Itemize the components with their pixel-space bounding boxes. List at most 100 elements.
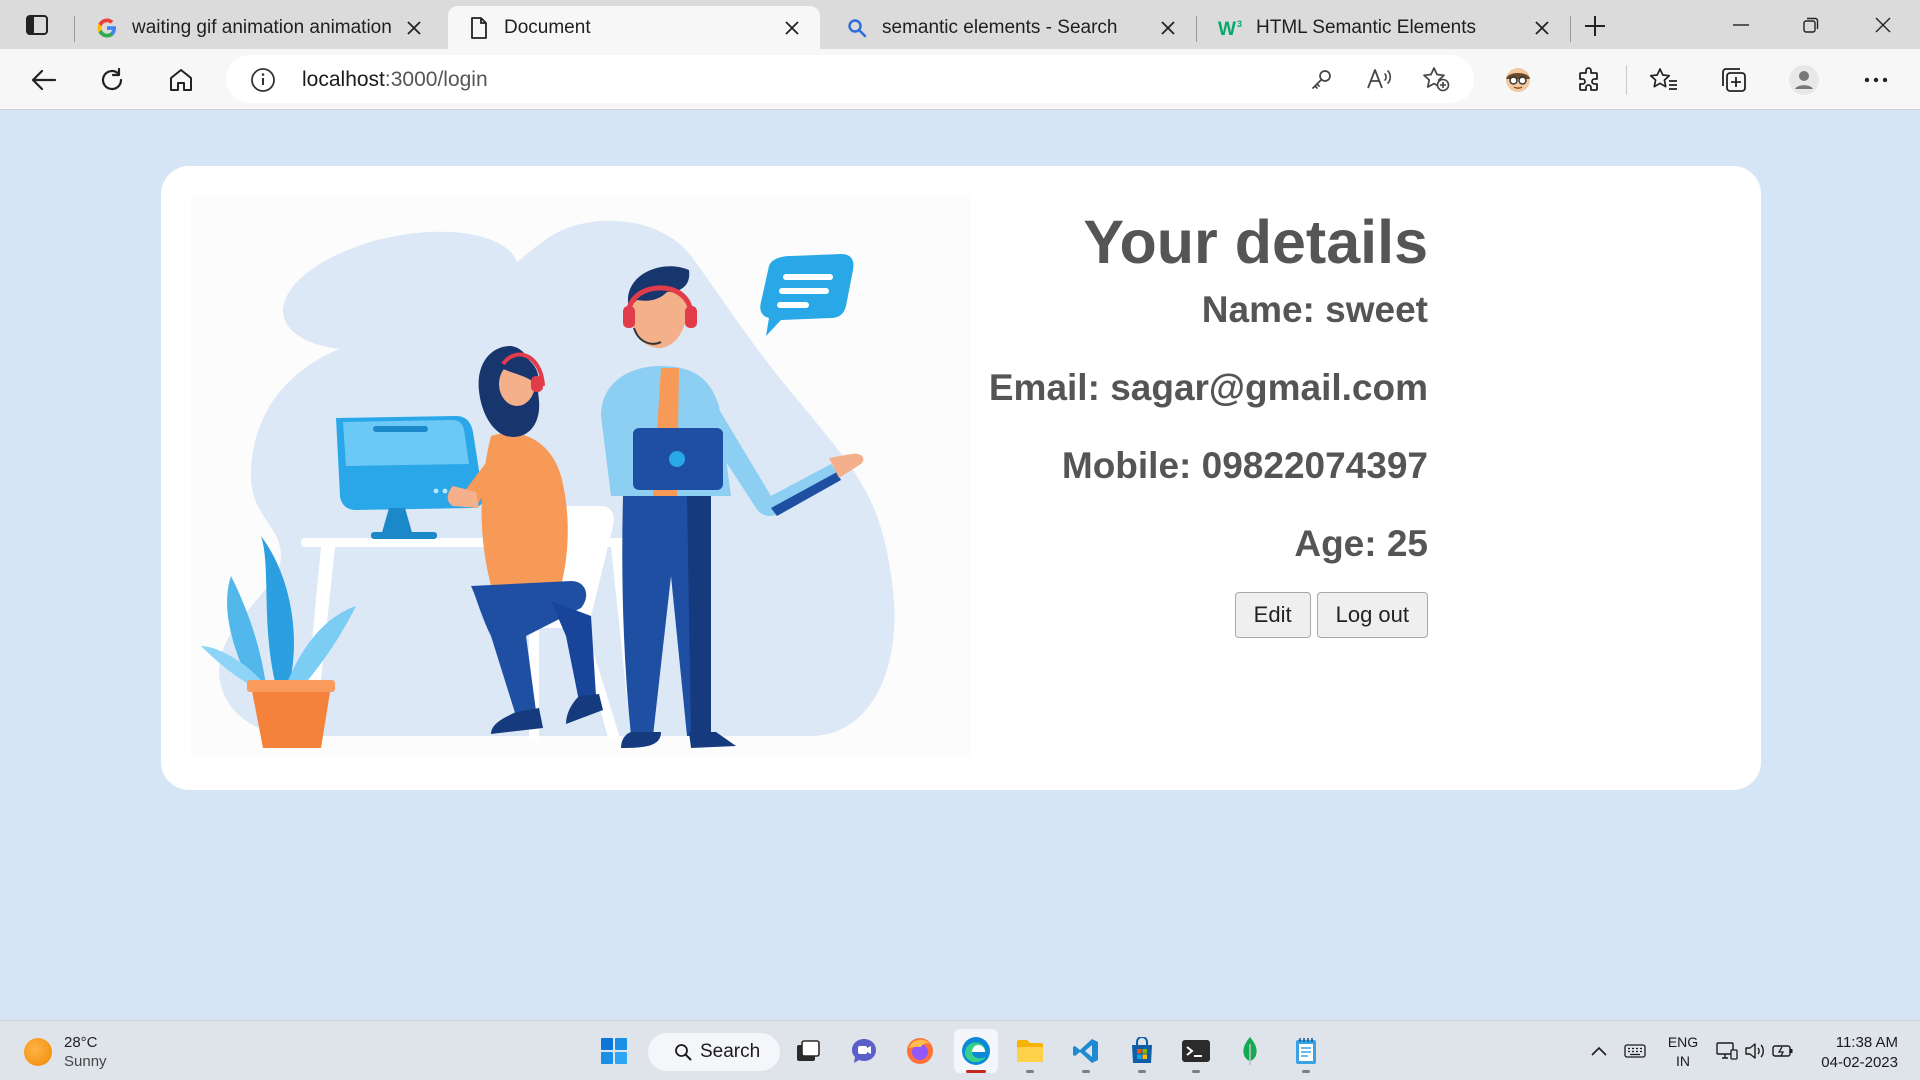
terminal-button[interactable] xyxy=(1174,1029,1218,1073)
windows-taskbar: 28°C Sunny Search ENG IN 11:38 AM 04-02-… xyxy=(0,1020,1920,1080)
url-text[interactable]: localhost:3000/login xyxy=(302,68,488,92)
extensions-button[interactable] xyxy=(1569,60,1609,100)
vscode-icon xyxy=(1073,1039,1098,1063)
edge-icon xyxy=(962,1037,990,1065)
puzzle-icon xyxy=(1579,67,1598,91)
touch-keyboard-button[interactable] xyxy=(1620,1029,1650,1073)
svg-text:3: 3 xyxy=(1237,19,1242,29)
tab-actions-icon xyxy=(26,15,48,35)
home-button[interactable] xyxy=(161,60,201,100)
back-arrow-icon xyxy=(31,69,57,91)
search-icon xyxy=(675,1044,692,1061)
mongodb-compass-button[interactable] xyxy=(1228,1029,1272,1073)
edge-button[interactable] xyxy=(954,1029,998,1073)
close-icon[interactable] xyxy=(780,16,804,40)
tab-bing-search[interactable]: semantic elements - Search xyxy=(826,6,1196,49)
site-info-icon[interactable] xyxy=(250,67,276,98)
collections-button[interactable] xyxy=(1714,60,1754,100)
tab-separator xyxy=(1196,16,1197,42)
tab-separator xyxy=(74,16,75,42)
user-details: Your details Name: sweet Email: sagar@gm… xyxy=(921,206,1428,638)
close-window-button[interactable] xyxy=(1860,9,1906,41)
favorites-button[interactable] xyxy=(1644,60,1684,100)
google-g-icon xyxy=(94,15,120,41)
name-field: Name: sweet xyxy=(1201,289,1428,330)
taskbar-search[interactable]: Search xyxy=(648,1033,780,1071)
tab-title: HTML Semantic Elements xyxy=(1256,16,1476,38)
refresh-icon xyxy=(101,67,123,91)
mongodb-leaf-icon xyxy=(1243,1037,1257,1065)
weather-temperature: 28°C xyxy=(64,1034,98,1051)
plus-icon xyxy=(1585,16,1605,36)
show-hidden-icons-button[interactable] xyxy=(1584,1029,1614,1073)
quick-settings-button[interactable] xyxy=(1714,1029,1796,1073)
edit-button[interactable]: Edit xyxy=(1234,592,1311,638)
more-dots-icon xyxy=(1864,77,1888,83)
browser-toolbar: localhost:3000/login xyxy=(0,49,1920,110)
notepad-button[interactable] xyxy=(1284,1029,1328,1073)
close-icon[interactable] xyxy=(1156,16,1180,40)
back-button[interactable] xyxy=(24,60,64,100)
tab-separator xyxy=(1570,16,1571,42)
active-indicator xyxy=(966,1070,986,1073)
search-label: Search xyxy=(700,1041,761,1062)
action-buttons: Edit Log out xyxy=(921,592,1428,638)
clock[interactable]: 11:38 AM 04-02-2023 xyxy=(1806,1033,1898,1073)
minimize-button[interactable] xyxy=(1718,9,1764,41)
extension-face-icon xyxy=(1506,68,1530,92)
file-explorer-button[interactable] xyxy=(1008,1029,1052,1073)
home-icon xyxy=(170,69,192,91)
region-code: IN xyxy=(1676,1053,1690,1069)
running-indicator xyxy=(1302,1070,1310,1073)
toolbar-divider xyxy=(1626,65,1627,95)
read-aloud-icon[interactable] xyxy=(1362,61,1398,97)
vscode-button[interactable] xyxy=(1064,1029,1108,1073)
settings-more-button[interactable] xyxy=(1856,60,1896,100)
clock-time: 11:38 AM xyxy=(1835,1034,1898,1051)
new-tab-button[interactable] xyxy=(1578,9,1612,43)
close-icon[interactable] xyxy=(402,16,426,40)
battery-charging-icon xyxy=(1772,1045,1793,1057)
profile-button[interactable] xyxy=(1784,60,1824,100)
task-view-button[interactable] xyxy=(786,1029,830,1073)
tab-document[interactable]: Document xyxy=(448,6,820,49)
restore-button[interactable] xyxy=(1788,9,1834,41)
details-card: Your details Name: sweet Email: sagar@gm… xyxy=(161,166,1761,790)
profile-icon xyxy=(1789,65,1819,95)
terminal-icon xyxy=(1182,1040,1210,1062)
password-key-icon[interactable] xyxy=(1304,61,1340,97)
url-host: localhost xyxy=(302,68,385,91)
weather-widget[interactable]: 28°C Sunny xyxy=(24,1033,107,1071)
extension-avatar-button[interactable] xyxy=(1498,60,1538,100)
input-language-indicator[interactable]: ENG IN xyxy=(1666,1033,1700,1071)
w3schools-icon: W3 xyxy=(1218,15,1244,41)
tab-actions-button[interactable] xyxy=(20,10,54,40)
notepad-icon xyxy=(1296,1038,1316,1064)
restore-icon xyxy=(1803,17,1819,33)
add-favorite-icon[interactable] xyxy=(1418,61,1454,97)
refresh-button[interactable] xyxy=(92,60,132,100)
minimize-icon xyxy=(1733,24,1749,26)
address-bar[interactable]: localhost:3000/login xyxy=(226,55,1474,103)
teams-chat-button[interactable] xyxy=(842,1029,886,1073)
tab-w3schools[interactable]: W3 HTML Semantic Elements xyxy=(1200,6,1570,49)
chat-icon xyxy=(852,1039,876,1063)
document-icon xyxy=(466,15,492,41)
tab-google-search[interactable]: waiting gif animation animation xyxy=(76,6,442,49)
url-path: :3000/login xyxy=(384,68,488,91)
favorites-icon xyxy=(1649,68,1677,90)
page-title: Your details xyxy=(1083,208,1428,276)
firefox-icon xyxy=(907,1038,933,1064)
running-indicator xyxy=(1082,1070,1090,1073)
running-indicator xyxy=(1192,1070,1200,1073)
svg-text:W: W xyxy=(1218,19,1236,38)
start-button[interactable] xyxy=(592,1029,636,1073)
age-field: Age: 25 xyxy=(1294,523,1428,564)
running-indicator xyxy=(1026,1070,1034,1073)
logout-button[interactable]: Log out xyxy=(1316,592,1428,638)
volume-icon xyxy=(1745,1043,1764,1059)
microsoft-store-button[interactable] xyxy=(1120,1029,1164,1073)
task-view-icon xyxy=(797,1040,820,1061)
firefox-button[interactable] xyxy=(898,1029,942,1073)
close-icon[interactable] xyxy=(1530,16,1554,40)
